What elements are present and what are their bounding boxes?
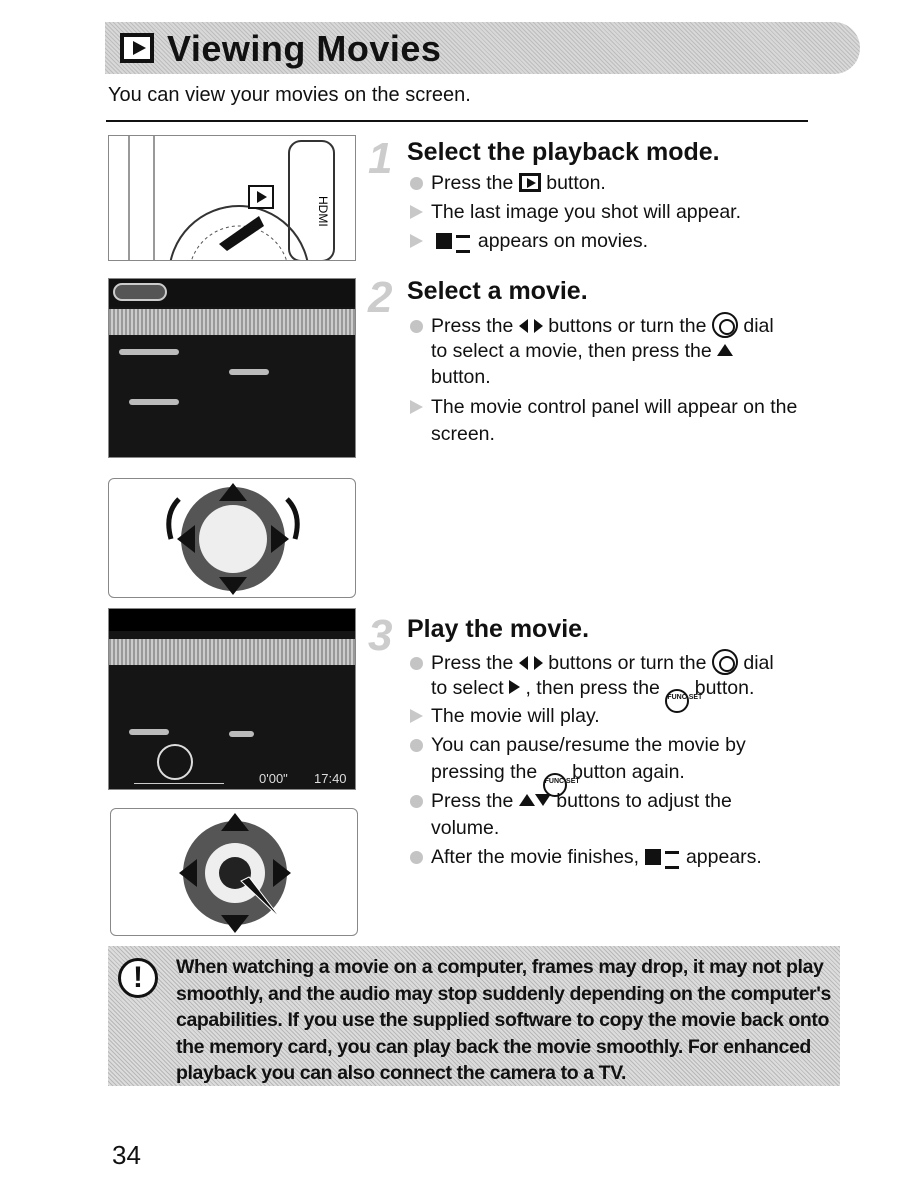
movie-icon xyxy=(436,233,472,253)
warning-text: When watching a movie on a computer, fra… xyxy=(176,956,831,1084)
up-down-arrows-icon xyxy=(518,790,551,812)
step-line: screen. xyxy=(431,423,495,446)
hdmi-label: HDMI xyxy=(316,196,330,227)
title-banner: Viewing Movies xyxy=(105,22,860,74)
line-text: You can pause/resume the movie by xyxy=(431,734,746,756)
line-text: button again. xyxy=(572,761,685,783)
page-title: Viewing Movies xyxy=(167,28,442,69)
control-dial-icon xyxy=(711,312,738,338)
step-heading: Play the movie. xyxy=(407,615,590,643)
line-text: The last image you shot will appear. xyxy=(431,201,742,223)
divider xyxy=(106,120,808,122)
camera-illustration: HDMI xyxy=(108,135,356,261)
up-arrow-icon xyxy=(717,344,734,356)
func-set-press-illustration xyxy=(110,808,358,936)
line-text: pressing the xyxy=(431,761,538,783)
line-text: button. xyxy=(694,677,755,699)
step-line: The movie control panel will appear on t… xyxy=(410,396,797,419)
control-panel-ring-icon xyxy=(157,744,193,780)
control-dial-illustration xyxy=(108,478,356,598)
line-text: Press the xyxy=(431,315,514,337)
caution-icon: ! xyxy=(118,958,158,998)
movie-icon xyxy=(113,283,167,301)
step-line: appears on movies. xyxy=(410,230,648,253)
line-text: to select xyxy=(431,677,504,699)
line-text: buttons to adjust the xyxy=(556,790,732,812)
line-text: to select a movie, then press the xyxy=(431,340,712,362)
line-text: dial xyxy=(743,652,774,674)
screen-playback-preview xyxy=(108,278,356,458)
line-text: Press the xyxy=(431,172,514,194)
line-text: buttons or turn the xyxy=(548,652,707,674)
step-line: Press the buttons or turn the dial xyxy=(410,649,774,675)
line-text: button. xyxy=(431,366,491,388)
step-line: to select a movie, then press the xyxy=(431,340,734,363)
step-line: volume. xyxy=(431,817,499,840)
line-text: screen. xyxy=(431,423,495,445)
line-text: Press the xyxy=(431,790,514,812)
step-number: 2 xyxy=(368,273,393,322)
intro-text: You can view your movies on the screen. xyxy=(108,84,471,106)
step-heading: Select a movie. xyxy=(407,277,588,305)
step-line: Press the buttons to adjust the xyxy=(410,790,732,813)
step-line: After the movie finishes, appears. xyxy=(410,846,762,869)
line-text: appears. xyxy=(685,846,762,868)
line-text: , then press the xyxy=(525,677,660,699)
step-line: The last image you shot will appear. xyxy=(410,201,741,224)
step-line: Press the button. xyxy=(410,172,606,195)
line-text: appears on movies. xyxy=(477,230,649,252)
screen-movie-control-panel: 0'00" 17:40 xyxy=(108,608,356,790)
page-number: 34 xyxy=(112,1140,141,1170)
step-line: button. xyxy=(431,366,491,389)
line-text: After the movie finishes, xyxy=(431,846,640,868)
step-line: Press the buttons or turn the dial xyxy=(410,312,774,338)
line-text: The movie will play. xyxy=(431,705,600,727)
step-line: The movie will play. xyxy=(410,705,600,728)
elapsed-time: 0'00" xyxy=(259,771,288,786)
step-number: 3 xyxy=(368,611,393,660)
control-dial-icon xyxy=(711,649,738,675)
line-text: volume. xyxy=(431,817,500,839)
step-heading: Select the playback mode. xyxy=(407,138,720,166)
line-text: dial xyxy=(743,315,774,337)
line-text: Press the xyxy=(431,652,514,674)
warning-note: ! When watching a movie on a computer, f… xyxy=(108,946,840,1086)
step-number: 1 xyxy=(368,134,393,183)
left-right-arrows-icon xyxy=(518,319,543,333)
line-text: The movie control panel will appear on t… xyxy=(431,396,798,418)
line-text: button. xyxy=(546,172,606,194)
total-time: 17:40 xyxy=(314,771,347,786)
left-right-arrows-icon xyxy=(518,656,543,670)
step-line: You can pause/resume the movie by xyxy=(410,734,746,757)
movie-icon xyxy=(644,849,681,869)
playback-icon xyxy=(518,173,541,192)
line-text: buttons or turn the xyxy=(548,315,707,337)
func-set-icon: FUNC SET xyxy=(665,689,702,713)
play-icon xyxy=(509,680,521,694)
playback-icon xyxy=(120,33,154,63)
